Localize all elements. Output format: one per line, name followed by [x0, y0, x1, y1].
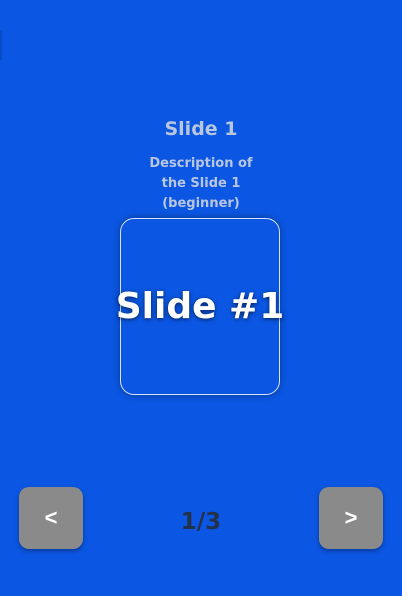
slide-card-text: Slide #1 — [115, 286, 285, 327]
slide-card[interactable]: Slide #1 — [116, 218, 284, 395]
slide-title: Slide 1 — [164, 118, 238, 140]
slideshow-screen: Slide 1 Description of the Slide 1 (begi… — [0, 0, 402, 596]
left-edge-indicator — [0, 30, 4, 60]
slide-counter: 1/3 — [180, 509, 222, 535]
slide-description: Description of the Slide 1 (beginner) — [149, 156, 253, 211]
next-slide-button[interactable]: > — [319, 487, 383, 549]
previous-slide-button[interactable]: < — [19, 487, 83, 549]
